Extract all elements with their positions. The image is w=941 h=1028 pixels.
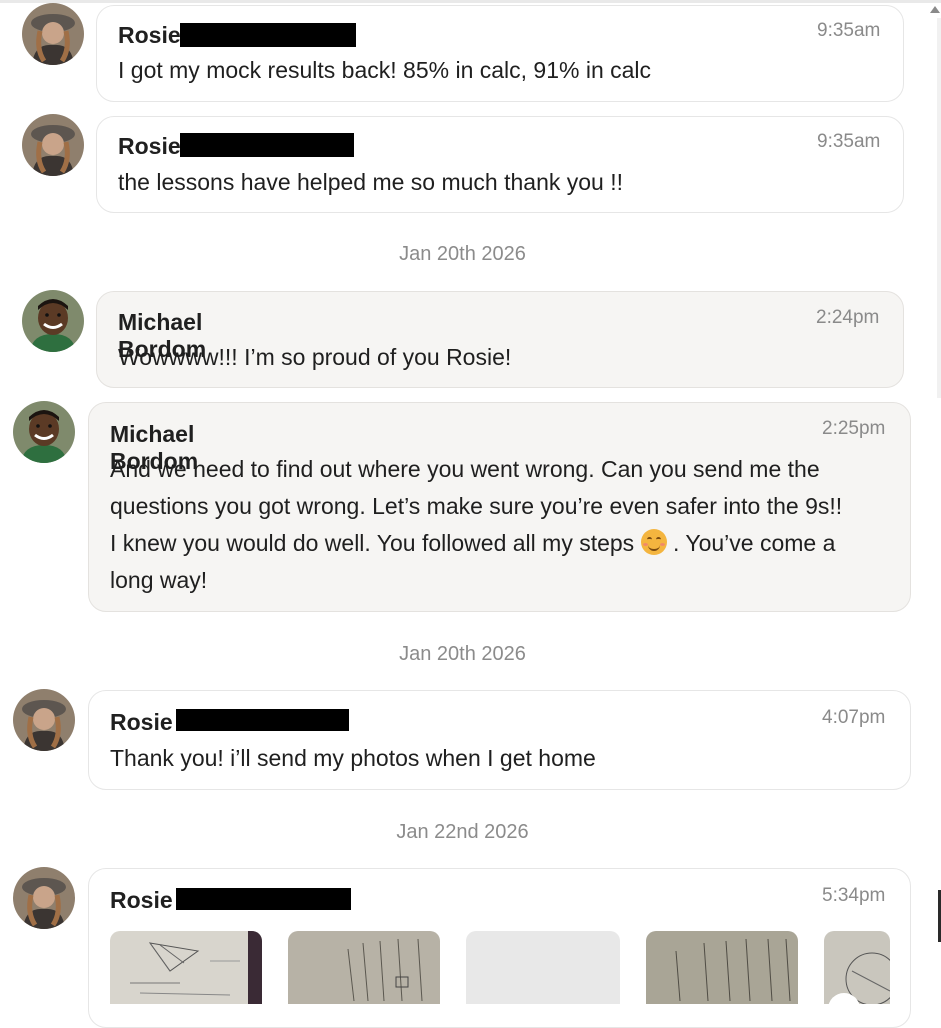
message-text: the lessons have helped me so much thank…: [118, 169, 624, 195]
message-text-segment: I knew you would do well. You followed a…: [110, 530, 635, 556]
message-time: 2:25pm: [822, 418, 886, 439]
sender-name: Rosie: [110, 709, 173, 735]
message-time: 5:34pm: [822, 885, 886, 906]
smiling-face-emoji-icon: [640, 529, 667, 555]
message-text-line: long way!: [110, 567, 208, 593]
redacted-surname: [180, 133, 354, 157]
student-avatar[interactable]: [22, 3, 84, 65]
message-text-line: I knew you would do well. You followed a…: [110, 525, 835, 562]
student-avatar[interactable]: [13, 867, 75, 929]
sender-name: Rosie: [118, 22, 181, 48]
message-text: Wowwww!!! I’m so proud of you Rosie!: [118, 344, 512, 370]
date-divider: Jan 20th 2026: [399, 243, 526, 265]
tutor-avatar[interactable]: [13, 401, 75, 463]
message-time: 9:35am: [817, 131, 881, 152]
sender-name: Rosie: [110, 887, 173, 913]
redacted-surname: [180, 23, 356, 47]
redacted-surname: [176, 709, 349, 731]
message-text: I got my mock results back! 85% in calc,…: [118, 57, 652, 83]
date-divider: Jan 20th 2026: [399, 643, 526, 665]
redacted-surname: [176, 888, 351, 910]
sender-name: Rosie: [118, 133, 181, 159]
photo-circle-diagram[interactable]: [824, 931, 890, 1004]
message-text: Thank you! i’ll send my photos when I ge…: [110, 745, 596, 771]
scrollbar-track[interactable]: [937, 18, 941, 398]
student-avatar[interactable]: [22, 114, 84, 176]
message-text-line: And we need to find out where you went w…: [110, 456, 820, 482]
student-avatar[interactable]: [13, 689, 75, 751]
message-text-segment: . You’ve come a: [672, 530, 836, 556]
message-time: 9:35am: [817, 20, 881, 41]
message-text-line: questions you got wrong. Let’s make sure…: [110, 493, 843, 519]
date-divider: Jan 22nd 2026: [396, 821, 529, 843]
top-border: [0, 0, 941, 3]
photo-lined-notes[interactable]: [646, 931, 798, 1004]
message-time: 4:07pm: [822, 707, 886, 728]
photo-loading[interactable]: [466, 931, 620, 1004]
photo-geometry-worksheet[interactable]: [110, 931, 262, 1004]
message-time: 2:24pm: [816, 307, 880, 328]
scroll-up-arrow-icon[interactable]: [930, 6, 940, 13]
tutor-avatar[interactable]: [22, 290, 84, 352]
photo-handwritten-notes[interactable]: [288, 931, 440, 1004]
